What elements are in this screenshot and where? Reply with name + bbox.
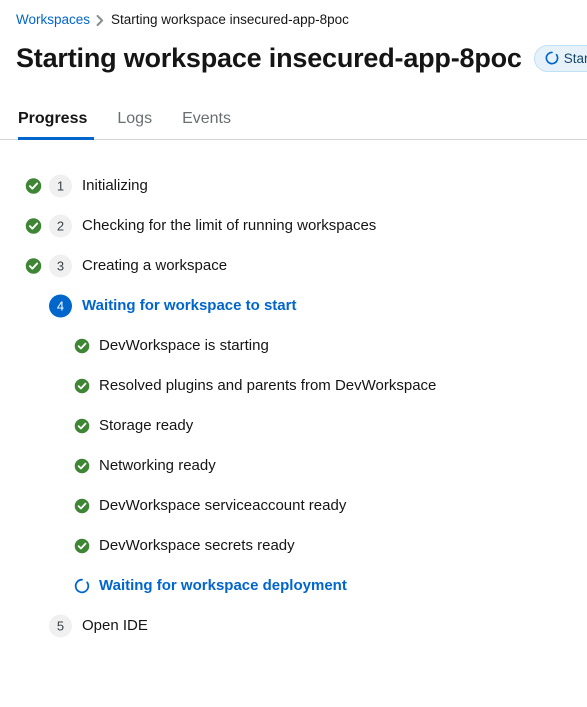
check-circle-icon — [74, 338, 90, 354]
progress-substep-2: Resolved plugins and parents from DevWor… — [0, 366, 587, 406]
progress-substep-4: Networking ready — [0, 446, 587, 486]
tabs-bar: Progress Logs Events — [0, 101, 587, 140]
tab-events-label: Events — [182, 110, 231, 127]
substep-label: DevWorkspace is starting — [99, 337, 269, 354]
step-number-badge: 2 — [49, 214, 72, 238]
progress-substep-1: DevWorkspace is starting — [0, 326, 587, 366]
progress-substep-6: DevWorkspace secrets ready — [0, 526, 587, 566]
substep-label: Storage ready — [99, 417, 194, 434]
tab-list: Progress Logs Events — [18, 101, 587, 140]
step-label: Initializing — [82, 177, 148, 194]
progress-step-3: 3 Creating a workspace — [0, 246, 587, 286]
substep-label: Resolved plugins and parents from DevWor… — [99, 377, 437, 394]
page-title: Starting workspace insecured-app-8poc — [16, 43, 522, 73]
progress-substep-3: Storage ready — [0, 406, 587, 446]
spinner-icon — [74, 578, 90, 594]
check-circle-icon — [74, 538, 90, 554]
page-header: Starting workspace insecured-app-8poc St… — [0, 29, 587, 75]
tab-logs[interactable]: Logs — [102, 101, 167, 139]
substep-label: Networking ready — [99, 457, 216, 474]
step-label: Open IDE — [82, 617, 148, 634]
tab-logs-label: Logs — [117, 110, 153, 127]
chevron-right-icon — [96, 14, 105, 26]
tab-events[interactable]: Events — [167, 101, 246, 139]
step-number-badge: 3 — [49, 254, 72, 278]
check-circle-icon — [25, 178, 42, 195]
step-number-badge: 4 — [49, 294, 72, 318]
progress-substep-5: DevWorkspace serviceaccount ready — [0, 486, 587, 526]
step-number-badge: 1 — [49, 174, 72, 198]
substep-label: DevWorkspace serviceaccount ready — [99, 497, 347, 514]
substep-label: Waiting for workspace deployment — [99, 577, 347, 594]
check-circle-icon — [74, 418, 90, 434]
check-circle-icon — [25, 218, 42, 235]
progress-step-2: 2 Checking for the limit of running work… — [0, 206, 587, 246]
tab-progress-label: Progress — [18, 110, 88, 127]
progress-substep-7: Waiting for workspace deployment — [0, 566, 587, 606]
breadcrumb-link-workspaces[interactable]: Workspaces — [16, 11, 90, 29]
check-circle-icon — [74, 498, 90, 514]
check-circle-icon — [74, 458, 90, 474]
status-badge-label: Starting — [563, 50, 587, 66]
spinner-icon — [545, 51, 559, 65]
progress-list: 1 Initializing 2 Checking for the limit … — [0, 140, 587, 646]
breadcrumb: Workspaces Starting workspace insecured-… — [0, 0, 587, 29]
check-circle-icon — [25, 258, 42, 275]
progress-step-5: 5 Open IDE — [0, 606, 587, 646]
step-label: Waiting for workspace to start — [82, 297, 297, 314]
progress-step-4: 4 Waiting for workspace to start — [0, 286, 587, 326]
step-label: Checking for the limit of running worksp… — [82, 217, 377, 234]
substep-label: DevWorkspace secrets ready — [99, 537, 295, 554]
tab-progress[interactable]: Progress — [18, 101, 102, 140]
status-badge: Starting — [533, 44, 587, 72]
breadcrumb-current: Starting workspace insecured-app-8poc — [111, 12, 349, 27]
step-number-badge: 5 — [49, 614, 72, 638]
step-label: Creating a workspace — [82, 257, 228, 274]
check-circle-icon — [74, 378, 90, 394]
progress-step-1: 1 Initializing — [0, 166, 587, 206]
